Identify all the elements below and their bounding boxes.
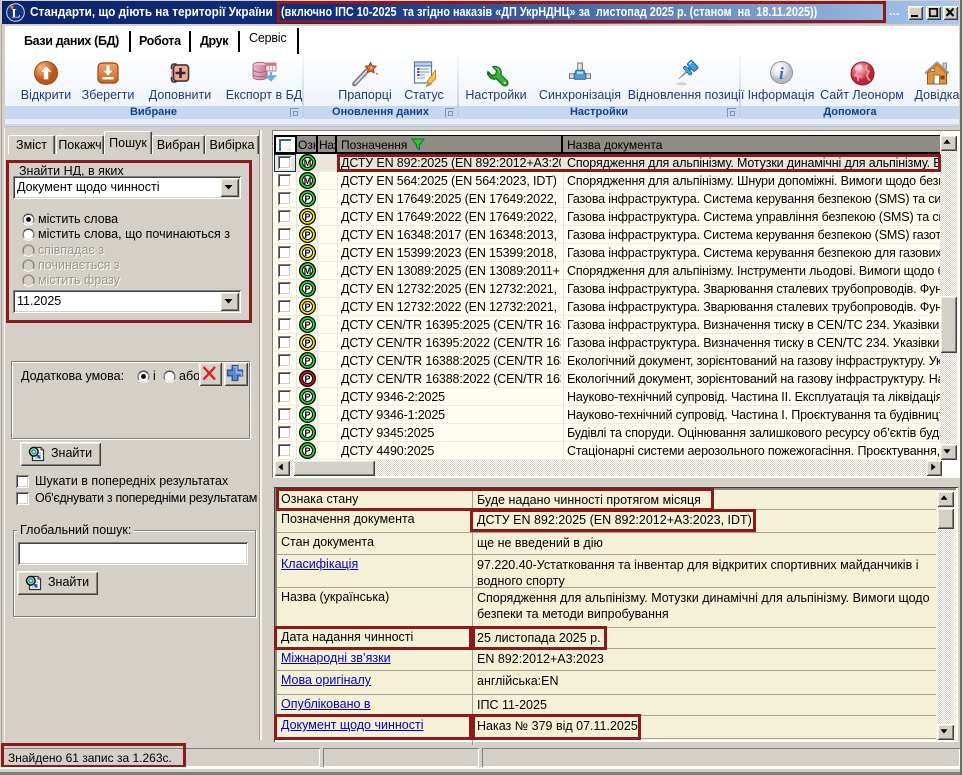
svg-text:Р: Р bbox=[304, 356, 310, 366]
svg-text:Р: Р bbox=[304, 392, 310, 402]
svg-text:Р: Р bbox=[304, 230, 310, 240]
svg-text:Р: Р bbox=[304, 302, 310, 312]
svg-text:Р: Р bbox=[304, 284, 310, 294]
svg-text:Р: Р bbox=[304, 320, 310, 330]
svg-text:М: М bbox=[304, 176, 312, 186]
svg-text:Р: Р bbox=[304, 374, 310, 384]
svg-text:Р: Р bbox=[304, 194, 310, 204]
svg-text:Р: Р bbox=[304, 248, 310, 258]
svg-text:Р: Р bbox=[304, 410, 310, 420]
svg-text:М: М bbox=[304, 266, 312, 276]
svg-text:Р: Р bbox=[304, 212, 310, 222]
svg-text:Р: Р bbox=[304, 446, 310, 456]
svg-text:М: М bbox=[304, 158, 312, 168]
svg-text:i: i bbox=[779, 64, 784, 83]
svg-text:Р: Р bbox=[304, 338, 310, 348]
svg-text:Р: Р bbox=[304, 428, 310, 438]
